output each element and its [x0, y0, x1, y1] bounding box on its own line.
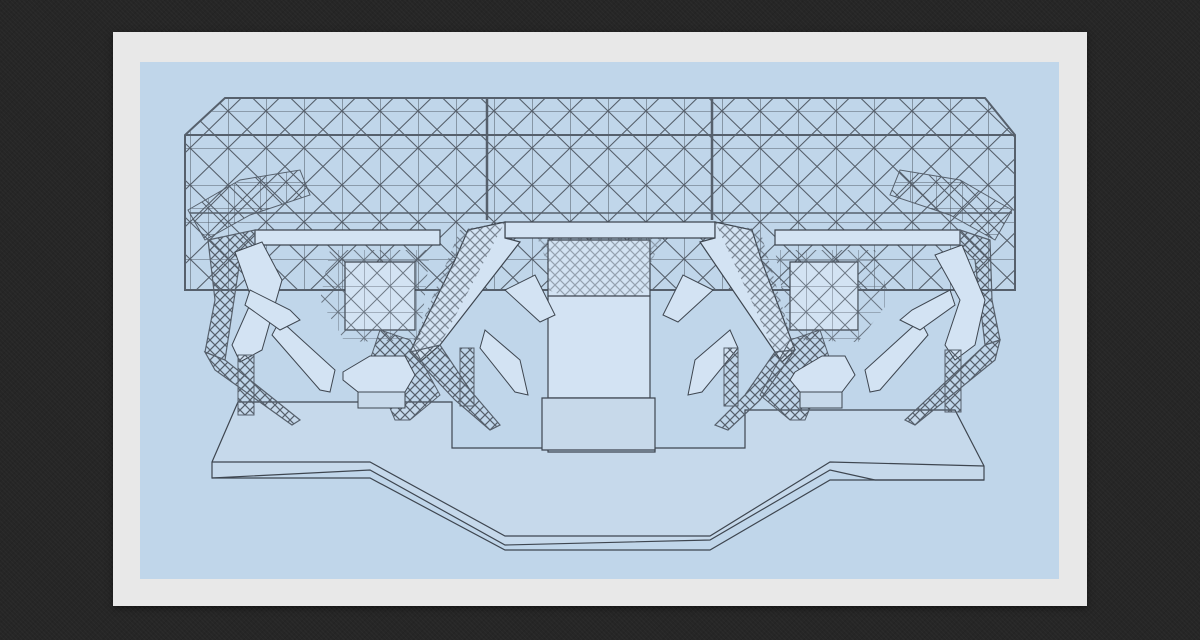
photo-frame — [113, 32, 1087, 606]
stage-wireframe-drawing — [184, 97, 1016, 551]
center-riser-platform — [541, 295, 656, 451]
stage-render-image — [140, 62, 1059, 579]
center-screen-frame — [535, 232, 665, 302]
